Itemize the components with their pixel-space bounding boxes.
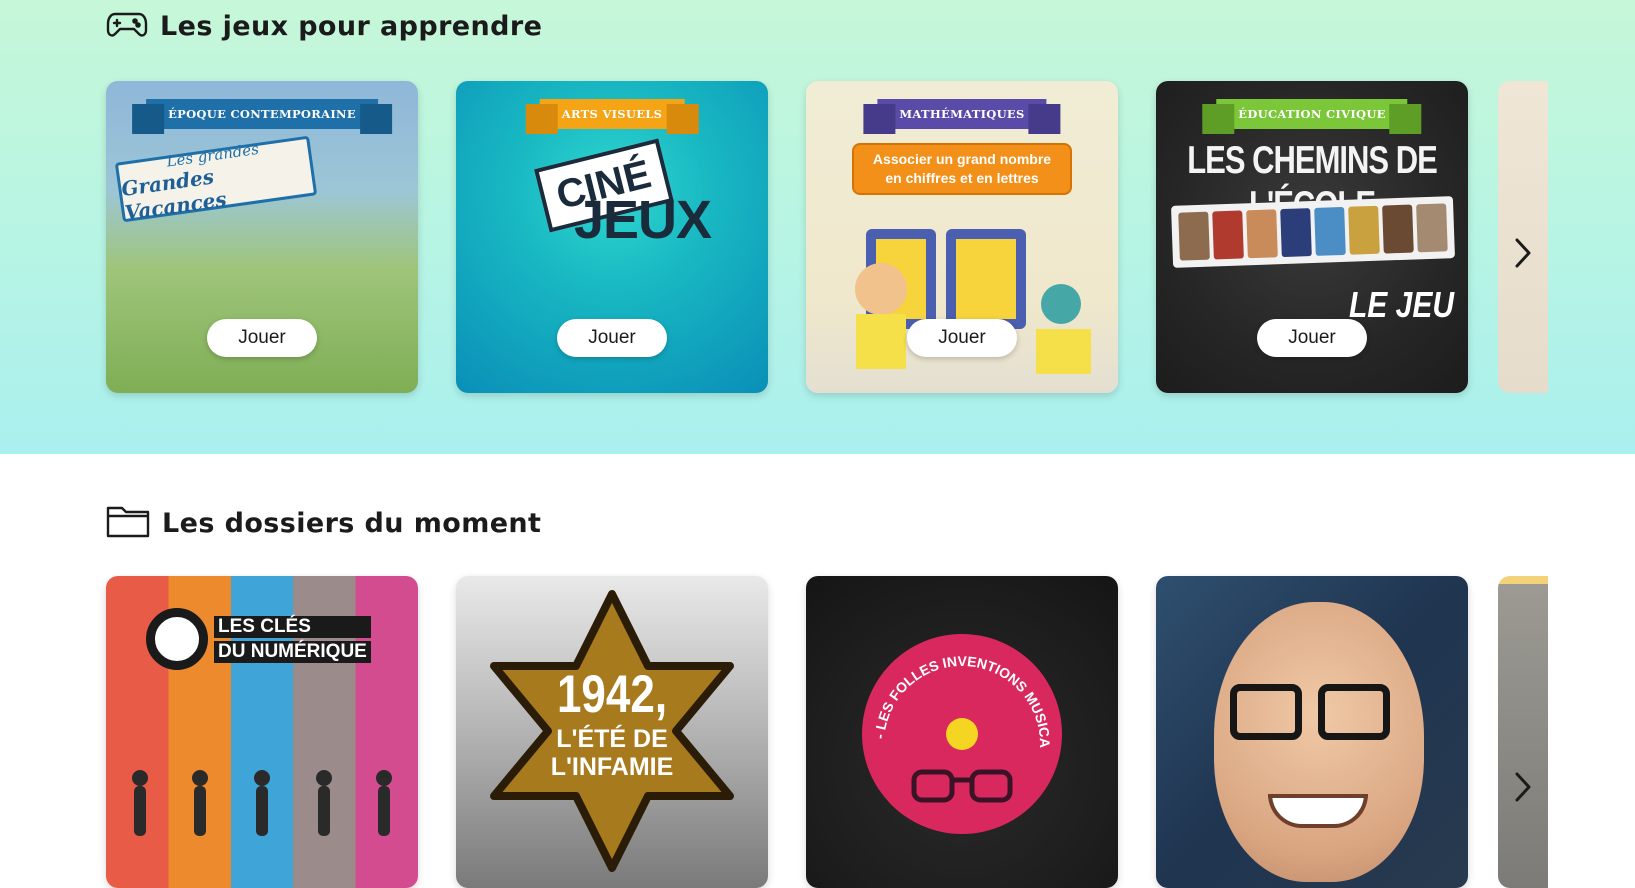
dossier-card-title: 1942, L'ÉTÉ DE L'INFAMIE [456,667,768,782]
game-card-title-word2: JEUX [574,190,712,250]
record-curved-text: - LES FOLLES INVENTIONS MUSICALES - AVEC… [862,634,1053,748]
dossier-card-cles-numerique[interactable]: LES CLÉS DU NUMÉRIQUE [106,576,418,888]
dossier-card-partial[interactable] [1498,576,1548,888]
share-icon [146,608,208,670]
game-card-subtitle: LE JEU [1348,285,1454,326]
game-card-mathematiques[interactable]: MATHÉMATIQUES Associer un grand nombre e… [806,81,1118,393]
game-card-category: ÉPOQUE CONTEMPORAINE [132,99,392,134]
games-carousel-next-button[interactable] [1506,236,1540,270]
svg-text:- LES FOLLES INVENTIONS MUSICA: - LES FOLLES INVENTIONS MUSICALES - AVEC… [862,634,1053,748]
dossier-card-logo: LES CLÉS DU NUMÉRIQUE [146,608,371,670]
game-card-instruction: Associer un grand nombre en chiffres et … [852,143,1072,195]
dossier-card-portrait[interactable] [1156,576,1468,888]
game-card-grandes-vacances[interactable]: ÉPOQUE CONTEMPORAINE Les grandes Grandes… [106,81,418,393]
games-section-title: Les jeux pour apprendre [160,10,543,42]
figures-illustration [132,770,392,836]
game-card-category: ÉDUCATION CIVIQUE [1202,99,1423,134]
dossier-card-folles-inventions[interactable]: - LES FOLLES INVENTIONS MUSICALES - AVEC… [806,576,1118,888]
games-section-header: Les jeux pour apprendre [106,8,542,44]
play-button[interactable]: Jouer [557,319,667,357]
chevron-right-icon [1515,238,1531,268]
game-card-instruction-line1: Associer un grand nombre [872,151,1052,167]
game-card-category: MATHÉMATIQUES [863,99,1061,134]
portrait-face [1214,602,1424,882]
dossier-card-title-line2: DU NUMÉRIQUE [214,640,371,663]
play-button[interactable]: Jouer [907,319,1017,357]
dossier-card-title-line2: L'INFAMIE [550,753,674,782]
game-card-instruction-line2: en chiffres et en lettres [885,170,1039,186]
gamepad-icon [106,8,148,44]
dossiers-section-title: Les dossiers du moment [162,507,542,539]
record-curved-title: - LES FOLLES INVENTIONS MUSICALES - AVEC… [862,634,1053,803]
game-card-chemins-ecole[interactable]: ÉDUCATION CIVIQUE LES CHEMINS DE L'ÉCOLE… [1156,81,1468,393]
dossiers-section: Les dossiers du moment LES CLÉS DU NUMÉR… [0,454,1635,888]
dossier-card-title-line1: L'ÉTÉ DE [556,725,668,754]
game-card-category: ARTS VISUELS [525,99,698,134]
chevron-right-icon [1515,772,1531,802]
play-button[interactable]: Jouer [207,319,317,357]
games-section: Les jeux pour apprendre ÉPOQUE CONTEMPOR… [0,0,1635,454]
dossiers-carousel-next-button[interactable] [1506,770,1540,804]
play-button[interactable]: Jouer [1257,319,1367,357]
game-card-cine-jeux[interactable]: ARTS VISUELS CINÉ JEUX Jouer [456,81,768,393]
glasses-icon [1230,684,1390,740]
dossier-card-year: 1942, [556,664,668,724]
dossiers-section-header: Les dossiers du moment [106,504,541,542]
dossier-card-title-line1: LES CLÉS [214,615,371,638]
folder-icon [106,504,150,542]
dossier-card-1942[interactable]: 1942, L'ÉTÉ DE L'INFAMIE [456,576,768,888]
game-card-photostrip [1171,196,1455,268]
